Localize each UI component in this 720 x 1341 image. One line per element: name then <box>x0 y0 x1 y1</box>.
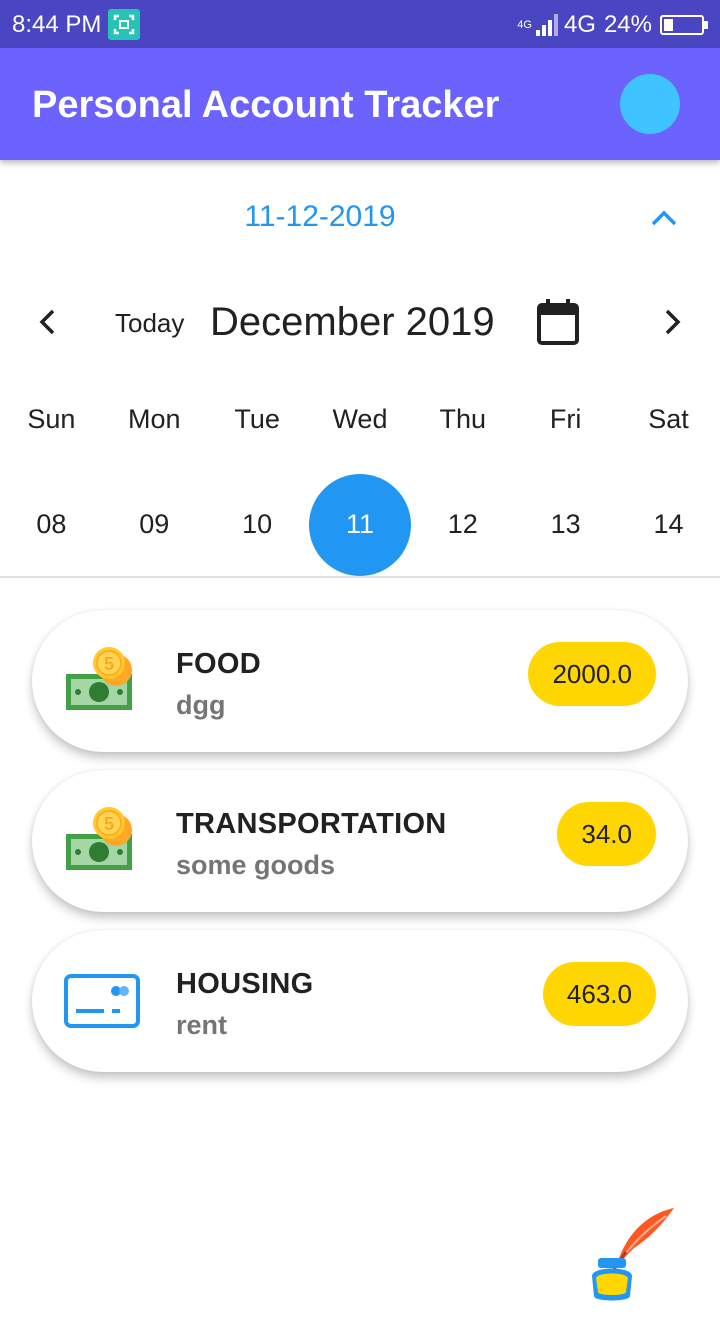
cash-coins-icon: 5 <box>64 644 140 720</box>
expense-card[interactable]: 5 FOOD dgg 2000.0 <box>32 610 688 752</box>
date-row: 08 09 10 11 12 13 14 <box>0 474 720 576</box>
date-number: 14 <box>653 509 684 539</box>
weekday-label: Thu <box>439 404 487 434</box>
app-title: Personal Account Tracker <box>32 84 500 126</box>
date-cell[interactable]: 10 <box>206 474 309 574</box>
weekday-row: Sun Mon Tue Wed Thu Fri Sat <box>0 404 720 435</box>
chevron-right-icon[interactable] <box>654 304 690 340</box>
expense-card[interactable]: 5 TRANSPORTATION some goods 34.0 <box>32 770 688 912</box>
date-cell[interactable]: 14 <box>617 474 720 574</box>
weekday-label: Sat <box>648 404 689 434</box>
status-time: 8:44 PM <box>12 11 102 38</box>
selected-date[interactable]: 11-12-2019 <box>0 200 640 234</box>
network-label: 4G <box>563 11 596 38</box>
expense-category: HOUSING <box>176 968 314 1000</box>
weekday-label: Fri <box>549 404 582 434</box>
avatar[interactable] <box>620 74 680 134</box>
chevron-up-icon[interactable] <box>648 202 680 234</box>
divider <box>0 576 720 578</box>
date-number: 13 <box>550 509 581 539</box>
month-label: December 2019 <box>210 300 495 344</box>
date-number: 11 <box>345 509 374 539</box>
screenshot-icon <box>108 9 140 40</box>
quill-ink-icon[interactable] <box>586 1206 678 1306</box>
weekday-label: Tue <box>234 404 280 434</box>
date-cell-selected[interactable]: 11 <box>308 474 412 576</box>
date-number: 08 <box>36 509 67 539</box>
app-bar: Personal Account Tracker <box>0 48 720 160</box>
battery-icon <box>660 15 708 35</box>
chevron-left-icon[interactable] <box>30 304 66 340</box>
date-cell[interactable]: 13 <box>514 474 617 574</box>
weekday-label: Wed <box>332 404 388 434</box>
date-cell[interactable]: 12 <box>411 474 514 574</box>
date-number: 12 <box>447 509 478 539</box>
battery-percent: 24% <box>603 11 652 38</box>
cash-coins-icon: 5 <box>64 804 140 880</box>
expense-amount: 2000.0 <box>528 642 656 706</box>
today-button[interactable]: Today <box>115 308 184 339</box>
date-number: 09 <box>139 509 170 539</box>
weekday-label: Sun <box>27 404 76 434</box>
expense-category: TRANSPORTATION <box>176 808 447 840</box>
date-cell[interactable]: 09 <box>103 474 206 574</box>
expense-note: dgg <box>176 690 226 720</box>
svg-text:5: 5 <box>104 654 114 674</box>
network-small-label: 4G <box>517 19 532 31</box>
status-indicators: 4G 4G 24% <box>517 11 708 39</box>
expense-amount: 34.0 <box>557 802 656 866</box>
expense-note: some goods <box>176 850 336 880</box>
expense-category: FOOD <box>176 648 261 680</box>
expense-card[interactable]: HOUSING rent 463.0 <box>32 930 688 1072</box>
expense-amount: 463.0 <box>542 962 656 1026</box>
calendar-icon[interactable] <box>536 298 580 346</box>
date-number: 10 <box>242 509 273 539</box>
weekday-label: Mon <box>128 404 181 434</box>
credit-card-icon <box>64 964 140 1040</box>
date-cell[interactable]: 08 <box>0 474 103 574</box>
signal-icon <box>535 14 560 36</box>
svg-text:5: 5 <box>104 814 114 834</box>
expense-note: rent <box>176 1010 228 1040</box>
status-bar: 8:44 PM 4G 4G 24% <box>0 0 720 48</box>
